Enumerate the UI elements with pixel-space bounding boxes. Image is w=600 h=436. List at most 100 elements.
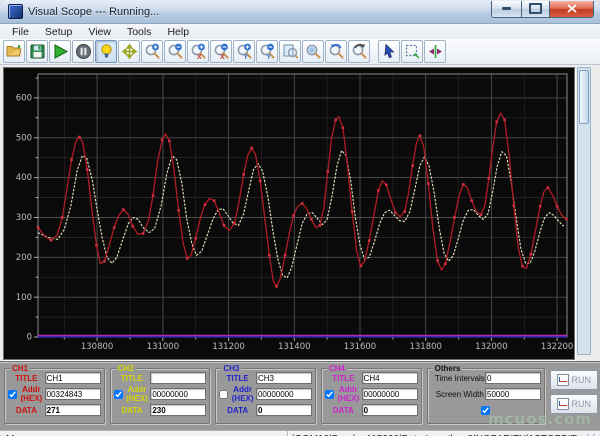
select-region-button[interactable] bbox=[401, 40, 423, 63]
run-bottom-label: RUN bbox=[571, 399, 592, 409]
ch1-title-input[interactable] bbox=[44, 372, 101, 384]
ch3-addr-input[interactable] bbox=[255, 388, 312, 400]
maximize-icon bbox=[529, 3, 542, 14]
run-buttons: RUN RUN bbox=[550, 370, 599, 429]
svg-text:300: 300 bbox=[16, 213, 32, 223]
others-extra-checkbox[interactable] bbox=[480, 405, 490, 415]
svg-text:131000: 131000 bbox=[147, 342, 179, 352]
menu-view[interactable]: View bbox=[80, 26, 119, 38]
svg-text:600: 600 bbox=[16, 94, 32, 104]
zoom-x-in-button[interactable]: X bbox=[187, 40, 209, 63]
title-label: TITLE bbox=[226, 373, 249, 383]
zoom-out-icon bbox=[167, 43, 184, 60]
ch4-data-value bbox=[361, 404, 418, 416]
open-button[interactable] bbox=[3, 40, 25, 63]
time-intervals-input[interactable] bbox=[485, 372, 542, 384]
zoom-x-in-icon: X bbox=[190, 43, 207, 60]
zoom-y-out-icon: Y bbox=[259, 43, 276, 60]
svg-text:Y: Y bbox=[243, 54, 248, 60]
zoom-y-out-button[interactable]: Y bbox=[256, 40, 278, 63]
ch1-addr-checkbox[interactable] bbox=[8, 389, 17, 399]
channel-group-label: CH4 bbox=[326, 364, 347, 373]
others-box: Others Time Intervals Screen Width bbox=[426, 364, 546, 424]
measure-cursors-button[interactable] bbox=[424, 40, 446, 63]
cursor-button[interactable] bbox=[378, 40, 400, 63]
title-label: TITLE bbox=[332, 373, 355, 383]
svg-text:132000: 132000 bbox=[475, 342, 507, 352]
minimize-button[interactable] bbox=[491, 0, 522, 18]
channel-box-ch3: CH3 TITLE Addr (HEX) DATA bbox=[215, 364, 316, 424]
run-icon bbox=[52, 43, 69, 60]
cursor-icon bbox=[381, 43, 398, 60]
ch3-data-value bbox=[255, 404, 312, 416]
menu-setup[interactable]: Setup bbox=[37, 26, 80, 38]
svg-text:131200: 131200 bbox=[212, 342, 244, 352]
zoom-fit-button[interactable] bbox=[279, 40, 301, 63]
svg-text:400: 400 bbox=[16, 173, 32, 183]
channel-box-ch2: CH2 TITLE Addr (HEX) DATA bbox=[109, 364, 211, 424]
run-top-button[interactable]: RUN bbox=[550, 370, 599, 390]
zoom-in-button[interactable] bbox=[141, 40, 163, 63]
visual-scope-window: Visual Scope --- Running... File Setup V… bbox=[0, 0, 600, 436]
data-label: DATA bbox=[15, 405, 37, 415]
zoom-window-icon bbox=[305, 43, 322, 60]
others-group-label: Others bbox=[432, 364, 463, 373]
zoom-undo-button[interactable] bbox=[325, 40, 347, 63]
move-button[interactable] bbox=[118, 40, 140, 63]
zoom-undo-icon bbox=[328, 43, 345, 60]
time-intervals-label: Time Intervals bbox=[434, 373, 485, 383]
chart-canvas[interactable]: 0 100 200 300 400 500 600 130800 131000 131200 131… bbox=[4, 68, 574, 354]
ch4-addr-input[interactable] bbox=[361, 388, 418, 400]
run-chart-icon bbox=[557, 374, 569, 386]
screen-width-label: Screen Width bbox=[435, 389, 484, 399]
close-icon bbox=[566, 4, 577, 13]
addr-label: Addr (HEX) bbox=[126, 385, 148, 403]
light-button[interactable] bbox=[95, 40, 117, 63]
screen-width-input[interactable] bbox=[485, 388, 542, 400]
open-icon bbox=[5, 43, 23, 60]
minimize-icon bbox=[502, 7, 511, 10]
addr-label: Addr (HEX) bbox=[231, 385, 254, 403]
zoom-window-button[interactable] bbox=[302, 40, 324, 63]
run-button[interactable] bbox=[49, 40, 71, 63]
zoom-out-button[interactable] bbox=[164, 40, 186, 63]
data-label: DATA bbox=[332, 405, 354, 415]
ch2-addr-input[interactable] bbox=[150, 388, 207, 400]
title-label: TITLE bbox=[15, 373, 38, 383]
ch3-addr-checkbox[interactable] bbox=[219, 389, 229, 399]
close-button[interactable] bbox=[549, 0, 594, 18]
addr-label: Addr (HEX) bbox=[337, 385, 360, 403]
status-bar: Move |COM10|Baud = 115200|Data Length = … bbox=[0, 430, 600, 436]
run-top-label: RUN bbox=[571, 375, 592, 385]
zoom-redo-button[interactable] bbox=[348, 40, 370, 63]
vertical-scrollbar[interactable] bbox=[577, 67, 591, 355]
maximize-button[interactable] bbox=[522, 0, 549, 18]
svg-text:100: 100 bbox=[16, 293, 32, 303]
zoom-y-in-button[interactable]: Y bbox=[233, 40, 255, 63]
ch3-title-input[interactable] bbox=[255, 372, 312, 384]
title-bar[interactable]: Visual Scope --- Running... bbox=[0, 0, 600, 23]
run-bottom-button[interactable]: RUN bbox=[550, 394, 599, 414]
run-chart-icon bbox=[557, 398, 569, 410]
window-title: Visual Scope --- Running... bbox=[28, 5, 160, 18]
zoom-in-icon bbox=[144, 43, 161, 60]
light-icon bbox=[98, 43, 115, 60]
channel-box-ch1: CH1 TITLE Addr (HEX) DATA bbox=[4, 364, 105, 424]
menu-tools[interactable]: Tools bbox=[119, 26, 160, 38]
menu-help[interactable]: Help bbox=[159, 26, 197, 38]
scope-chart[interactable]: 0 100 200 300 400 500 600 130800 131000 131200 131… bbox=[3, 67, 575, 360]
ch2-addr-checkbox[interactable] bbox=[113, 389, 123, 399]
ch1-addr-input[interactable] bbox=[44, 388, 101, 400]
pause-button[interactable] bbox=[72, 40, 94, 63]
zoom-x-out-button[interactable]: X bbox=[210, 40, 232, 63]
ch4-addr-checkbox[interactable] bbox=[324, 389, 334, 399]
scrollbar-thumb[interactable] bbox=[579, 70, 589, 124]
addr-label: Addr (HEX) bbox=[20, 385, 43, 403]
save-button[interactable] bbox=[26, 40, 48, 63]
data-label: DATA bbox=[121, 405, 143, 415]
ch4-title-input[interactable] bbox=[361, 372, 418, 384]
app-icon bbox=[8, 4, 23, 19]
menu-bar: File Setup View Tools Help bbox=[0, 23, 600, 39]
ch2-title-input[interactable] bbox=[150, 372, 207, 384]
menu-file[interactable]: File bbox=[4, 26, 37, 38]
